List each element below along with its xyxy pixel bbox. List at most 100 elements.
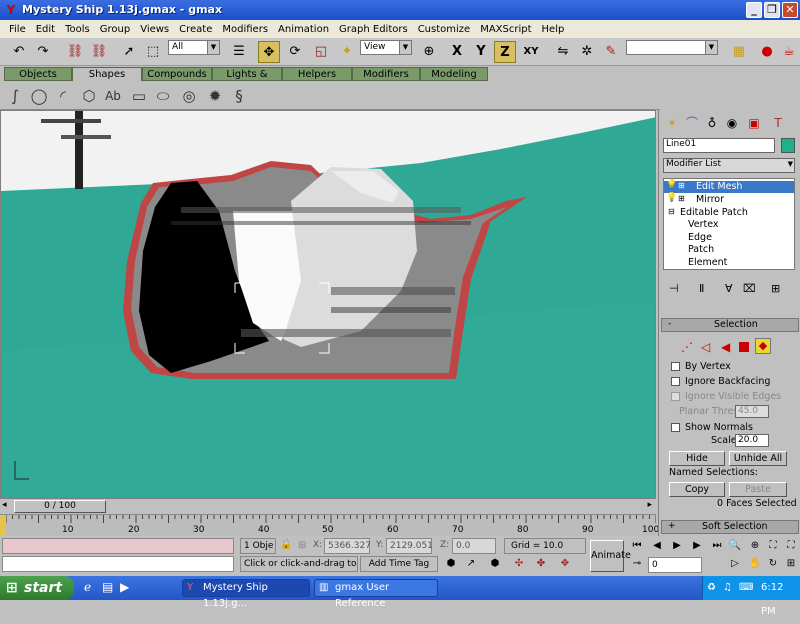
modifier-stack[interactable]: 💡 ⊞ Edit Mesh 💡 ⊞ Mirror ⊟ Editable Patc… xyxy=(663,178,795,270)
remove-modifier-icon[interactable]: ⌧ xyxy=(743,282,756,295)
collapse-icon[interactable]: ⊟ xyxy=(668,207,675,216)
selection-filter-dropdown[interactable]: All ▼ xyxy=(168,40,220,55)
soft-selection-rollout-header[interactable]: + Soft Selection xyxy=(661,520,799,534)
modifier-list-dropdown[interactable]: Modifier List ▼ xyxy=(663,158,795,173)
task-gmax[interactable]: Y Mystery Ship 1.13j.g... xyxy=(182,579,310,609)
menu-edit[interactable]: Edit xyxy=(31,24,60,35)
motion-panel-icon[interactable]: ◉ xyxy=(723,114,741,132)
stack-subitem-edge[interactable]: Edge xyxy=(664,232,794,244)
stack-subitem-element[interactable]: Element xyxy=(664,257,794,269)
display-panel-icon[interactable]: ▣ xyxy=(745,114,763,132)
current-frame-field[interactable]: 0 xyxy=(648,557,702,573)
minimize-button[interactable]: _ xyxy=(746,2,762,18)
show-desktop-icon[interactable]: ▤ xyxy=(102,580,113,594)
make-unique-icon[interactable]: ∀ xyxy=(725,282,733,295)
tab-objects[interactable]: Objects xyxy=(4,67,72,81)
render-icon[interactable]: ☕ xyxy=(778,41,800,63)
configure-modifier-sets-icon[interactable]: ⊞ xyxy=(771,282,780,295)
redo-icon[interactable]: ↷ xyxy=(32,41,54,63)
pan-icon[interactable]: ✋ xyxy=(746,556,764,572)
menu-tools[interactable]: Tools xyxy=(60,24,95,35)
element-mode-icon[interactable]: ◆ xyxy=(755,338,771,354)
stack-item-editable-patch[interactable]: ⊟ Editable Patch xyxy=(664,207,794,219)
unlink-icon[interactable]: ⛓ xyxy=(88,41,110,63)
zoom-all-icon[interactable]: ⊕ xyxy=(746,538,764,554)
zoom-extents-all-icon[interactable]: ⛶ xyxy=(782,538,800,554)
menu-maxscript[interactable]: MAXScript xyxy=(475,24,536,35)
create-panel-icon[interactable]: ✶ xyxy=(663,114,681,132)
donut-shape-icon[interactable]: ◎ xyxy=(178,85,200,107)
star-shape-icon[interactable]: ✹ xyxy=(204,85,226,107)
expand-icon[interactable]: ⊞ xyxy=(678,181,685,190)
goto-end-icon[interactable]: ⏭ xyxy=(708,538,726,554)
menu-views[interactable]: Views xyxy=(135,24,174,35)
perspective-viewport[interactable] xyxy=(0,110,656,498)
clock[interactable]: 6:12 PM xyxy=(761,576,800,624)
tab-modeling[interactable]: Modeling xyxy=(420,67,488,81)
add-time-tag-button[interactable]: Add Time Tag xyxy=(360,556,438,572)
copy-button[interactable]: Copy xyxy=(669,482,725,497)
maxscript-listener-mini[interactable] xyxy=(2,538,234,554)
circle-shape-icon[interactable]: ◯ xyxy=(28,85,50,107)
lightbulb-icon[interactable]: 💡 xyxy=(666,193,677,203)
hide-button[interactable]: Hide xyxy=(669,451,725,466)
rectangle-shape-icon[interactable]: ▭ xyxy=(128,85,150,107)
stack-item-mirror[interactable]: 💡 ⊞ Mirror xyxy=(664,193,794,206)
select-icon[interactable]: ➚ xyxy=(118,41,140,63)
line-shape-icon[interactable]: ∫ xyxy=(4,85,26,107)
volume-icon[interactable]: ♫ xyxy=(723,576,732,600)
angle-snap-icon[interactable]: ⬢ xyxy=(486,556,504,572)
percent-snap-icon[interactable]: ✣ xyxy=(510,556,528,572)
expand-icon[interactable]: ⊞ xyxy=(678,194,685,203)
ie-icon[interactable]: ℯ xyxy=(84,580,91,594)
by-vertex-checkbox[interactable] xyxy=(671,362,680,371)
arc-shape-icon[interactable]: ◜ xyxy=(52,85,74,107)
edge-mode-icon[interactable]: ◁ xyxy=(701,340,710,354)
absolute-mode-icon[interactable]: ⊞ xyxy=(298,540,306,551)
key-mode-icon[interactable]: ⊸ xyxy=(628,556,646,572)
menu-graph-editors[interactable]: Graph Editors xyxy=(334,24,413,35)
eraser-icon[interactable]: ✎ xyxy=(600,41,622,63)
mirror-icon[interactable]: ⇋ xyxy=(552,41,574,63)
menu-help[interactable]: Help xyxy=(537,24,570,35)
arc-rotate-icon[interactable]: ↻ xyxy=(764,556,782,572)
menu-group[interactable]: Group xyxy=(95,24,135,35)
tab-compounds[interactable]: Compounds xyxy=(142,67,212,81)
object-color-swatch[interactable] xyxy=(781,138,795,153)
title-bar[interactable]: Y Mystery Ship 1.13j.gmax - gmax _ ❐ ✕ xyxy=(0,0,800,20)
restrict-xy-button[interactable]: XY xyxy=(520,41,542,63)
goto-start-icon[interactable]: ⏮ xyxy=(628,538,646,554)
restrict-z-button[interactable]: Z xyxy=(494,41,516,63)
vertex-mode-icon[interactable]: ⋰ xyxy=(681,340,693,354)
scale-field[interactable]: 20.0 xyxy=(735,434,769,447)
polygon-mode-icon[interactable] xyxy=(739,342,749,352)
transform-gizmo-icon[interactable]: ✥ xyxy=(556,556,574,572)
track-view-icon[interactable]: ▦ xyxy=(728,41,750,63)
ellipse-shape-icon[interactable]: ⬭ xyxy=(152,85,174,107)
keyboard-shortcut-override-icon[interactable]: ⬢ xyxy=(442,556,460,572)
reference-coord-dropdown[interactable]: View ▼ xyxy=(360,40,412,55)
planar-thresh-field[interactable]: 45.0 xyxy=(735,405,769,418)
maximize-button[interactable]: ❐ xyxy=(764,2,780,18)
time-slider[interactable]: ◂ 0 / 100 ▸ xyxy=(0,498,656,514)
menu-animation[interactable]: Animation xyxy=(273,24,334,35)
min-max-toggle-icon[interactable]: ⊞ xyxy=(782,556,800,572)
face-mode-icon[interactable]: ◀ xyxy=(721,340,730,354)
time-slider-left-arrow[interactable]: ◂ xyxy=(2,500,7,510)
manipulate-icon[interactable]: ✦ xyxy=(336,41,358,63)
time-slider-thumb[interactable]: 0 / 100 xyxy=(14,500,106,513)
menu-customize[interactable]: Customize xyxy=(413,24,476,35)
menu-modifiers[interactable]: Modifiers xyxy=(217,24,273,35)
object-name-field[interactable]: Line01 xyxy=(663,138,775,153)
close-button[interactable]: ✕ xyxy=(782,2,798,18)
track-bar[interactable]: 10 20 30 40 50 60 70 80 90 100 xyxy=(0,514,659,537)
next-frame-icon[interactable]: ▶ xyxy=(688,538,706,554)
unhide-all-button[interactable]: Unhide All xyxy=(729,451,787,466)
menu-file[interactable]: File xyxy=(4,24,31,35)
tab-shapes[interactable]: Shapes xyxy=(72,67,142,81)
x-coordinate[interactable]: 5366.327 xyxy=(324,538,371,554)
link-icon[interactable]: ⛓ xyxy=(64,41,86,63)
zoom-extents-icon[interactable]: ⛶ xyxy=(764,538,782,554)
pivot-center-icon[interactable]: ⊕ xyxy=(418,41,440,63)
helix-shape-icon[interactable]: § xyxy=(228,85,250,107)
